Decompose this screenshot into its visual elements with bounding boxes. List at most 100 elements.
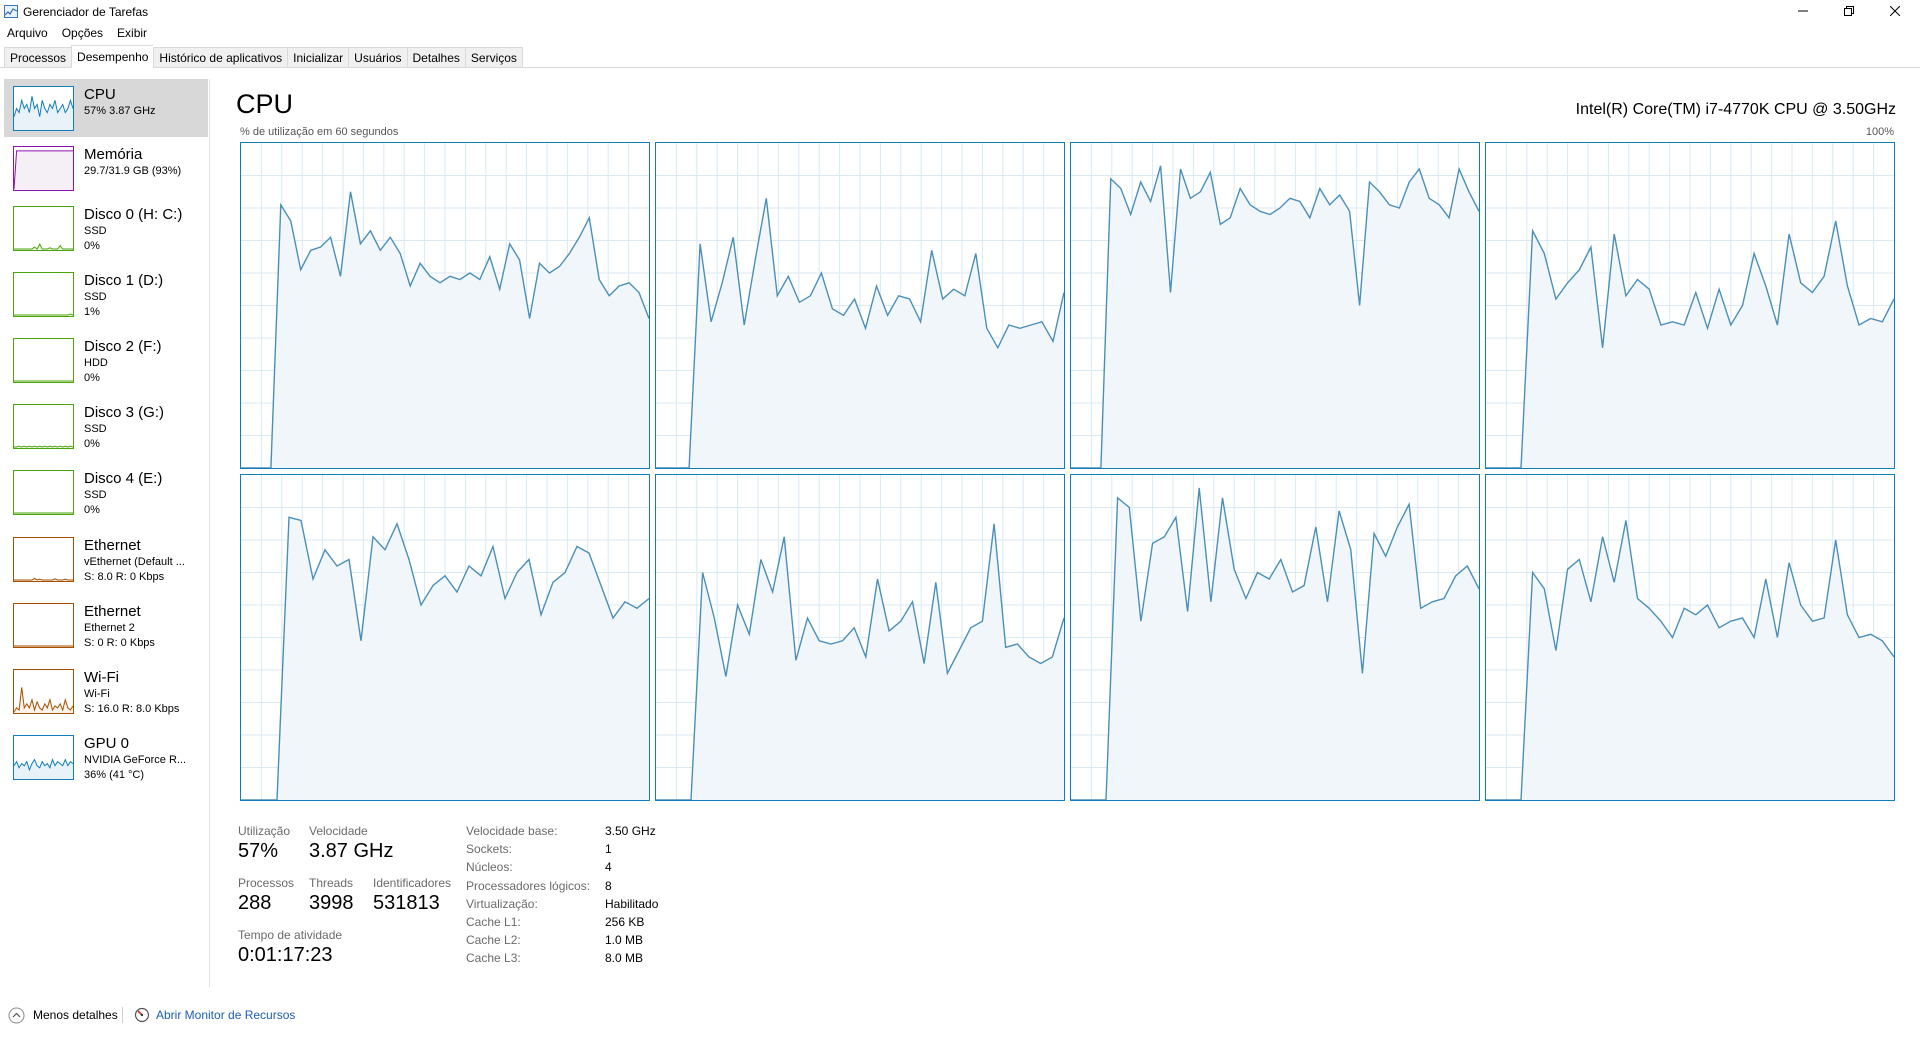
tab-usuarios[interactable]: Usuários	[348, 47, 407, 68]
core-graph-plot	[1486, 143, 1894, 468]
sidebar-item-name: GPU 0	[84, 735, 130, 752]
sidebar-item-3[interactable]: Disco 1 (D:) SSD 1%	[4, 265, 208, 323]
thumbnail-sparkline	[14, 313, 73, 316]
spec-label: Cache L3:	[466, 951, 521, 966]
sidebar-item-7[interactable]: Ethernet vEthernet (Default ... S: 8.0 R: …	[4, 530, 208, 588]
spec-label: Virtualização:	[466, 896, 538, 911]
sidebar-item-2[interactable]: Disco 0 (H: C:) SSD 0%	[4, 199, 208, 257]
thumbnail-sparkline	[14, 380, 73, 382]
graph-max-label: 100%	[1865, 126, 1894, 138]
uptime-value: 0:01:17:23	[238, 944, 333, 966]
tab-detalhes[interactable]: Detalhes	[406, 47, 465, 68]
thumbnail-sparkline	[14, 645, 73, 647]
sidebar-thumbnail-graph	[13, 86, 74, 131]
minimize-button[interactable]	[1780, 0, 1826, 22]
sidebar-item-name: Disco 2 (F:)	[84, 338, 162, 355]
thumbnail-area	[14, 150, 73, 190]
thumbnail-line	[14, 313, 73, 316]
core-graph-4	[240, 474, 650, 801]
title-bar[interactable]: Gerenciador de Tarefas	[0, 0, 1920, 24]
sidebar-item-8[interactable]: Ethernet Ethernet 2 S: 0 R: 0 Kbps	[4, 596, 208, 654]
utilization-value: 57%	[238, 840, 279, 862]
sidebar-item-detail-2: 0%	[84, 438, 100, 450]
sidebar-item-5[interactable]: Disco 3 (G:) SSD 0%	[4, 397, 208, 455]
spec-label: Cache L1:	[466, 915, 521, 929]
tab-bar: Processos Desempenho Histórico de aplicati…	[0, 45, 1920, 68]
sidebar-item-detail-2: S: 16.0 R: 8.0 Kbps	[84, 703, 180, 715]
core-graph-plot	[1071, 475, 1479, 800]
tab-desempenho[interactable]: Desempenho	[71, 45, 154, 68]
thumbnail-line	[14, 243, 73, 250]
resource-sidebar: CPU 57% 3.87 GHz Memória 29.7/31.9 GB (93%)…	[0, 79, 210, 988]
handles-value: 531813	[373, 892, 440, 914]
spec-label: Sockets:	[466, 842, 513, 857]
spec-label: Velocidade base:	[466, 824, 558, 838]
sidebar-item-detail-2: 36% (41 °C)	[84, 769, 145, 781]
sidebar-item-6[interactable]: Disco 4 (E:) SSD 0%	[4, 463, 208, 521]
processes-label: Processos	[238, 876, 295, 890]
sidebar-item-detail-2: 0%	[84, 504, 100, 516]
chevron-up-icon	[8, 1007, 25, 1023]
spec-value: 1.0 MB	[605, 933, 644, 948]
sidebar-item-name: Disco 1 (D:)	[84, 272, 164, 289]
sidebar-thumbnail-graph	[13, 338, 74, 383]
sidebar-item-0[interactable]: CPU 57% 3.87 GHz	[4, 79, 208, 137]
sidebar-item-4[interactable]: Disco 2 (F:) HDD 0%	[4, 331, 208, 389]
sidebar-item-name: Disco 4 (E:)	[84, 470, 163, 487]
sidebar-item-10[interactable]: GPU 0 NVIDIA GeForce R... 36% (41 °C)	[4, 728, 208, 786]
thumbnail-line	[14, 445, 73, 448]
sidebar-thumbnail-graph	[13, 669, 74, 714]
spec-value: 256 KB	[605, 915, 645, 929]
speed-label: Velocidade	[309, 824, 368, 838]
core-graph-3	[1485, 142, 1895, 469]
spec-value: 3.50 GHz	[605, 824, 656, 838]
handles-label: Identificadores	[373, 876, 452, 890]
sidebar-item-9[interactable]: Wi-Fi Wi-Fi S: 16.0 R: 8.0 Kbps	[4, 662, 208, 720]
window-title: Gerenciador de Tarefas	[23, 5, 149, 19]
threads-label: Threads	[309, 876, 354, 890]
sidebar-item-detail-2: S: 8.0 R: 0 Kbps	[84, 571, 165, 583]
thumbnail-sparkline	[14, 758, 73, 779]
sidebar-item-detail: vEthernet (Default ...	[84, 556, 185, 568]
sidebar-item-detail: Ethernet 2	[84, 622, 135, 634]
sidebar-item-detail-2: 0%	[84, 240, 100, 252]
thumbnail-sparkline	[14, 150, 73, 190]
graph-caption: % de utilização em 60 segundos	[240, 126, 399, 138]
spec-value: Habilitado	[605, 896, 659, 911]
sidebar-item-detail: SSD	[84, 489, 107, 501]
resource-monitor-link[interactable]: Abrir Monitor de Recursos	[134, 1004, 295, 1026]
footer-divider	[122, 1007, 123, 1023]
thumbnail-sparkline	[14, 687, 73, 713]
tab-inicializar[interactable]: Inicializar	[287, 47, 349, 68]
sidebar-item-detail: NVIDIA GeForce R...	[84, 754, 187, 766]
sidebar-item-detail: 57% 3.87 GHz	[84, 105, 156, 117]
spec-value: 8	[605, 878, 612, 893]
thumbnail-sparkline	[14, 96, 73, 130]
tab-processos[interactable]: Processos	[4, 47, 72, 68]
resource-monitor-icon	[134, 1007, 150, 1023]
sidebar-item-name: Wi-Fi	[84, 669, 119, 686]
restore-button[interactable]	[1826, 0, 1872, 22]
close-icon	[1890, 6, 1900, 16]
sidebar-thumbnail-graph	[13, 470, 74, 515]
spec-value: 4	[605, 860, 612, 875]
spec-label: Cache L2:	[466, 933, 521, 948]
sidebar-item-name: CPU	[84, 86, 116, 103]
menu-exibir[interactable]: Exibir	[110, 24, 154, 44]
menu-arquivo[interactable]: Arquivo	[0, 24, 55, 44]
cpu-model: Intel(R) Core(TM) i7-4770K CPU @ 3.50GHz	[1575, 101, 1896, 118]
menu-opcoes[interactable]: Opções	[55, 24, 110, 44]
threads-value: 3998	[309, 892, 354, 914]
core-graph-6	[1070, 474, 1480, 801]
sidebar-item-1[interactable]: Memória 29.7/31.9 GB (93%)	[4, 139, 208, 197]
tab-historico-de-aplicativos[interactable]: Histórico de aplicativos	[153, 47, 288, 68]
sidebar-item-detail-2: 0%	[84, 372, 100, 384]
less-details-button[interactable]: Menos detalhes	[8, 1004, 118, 1026]
sidebar-thumbnail-graph	[13, 537, 74, 582]
sidebar-item-detail: SSD	[84, 225, 107, 237]
close-button[interactable]	[1872, 0, 1918, 22]
thumbnail-sparkline	[14, 243, 73, 250]
core-graph-plot	[241, 143, 649, 468]
tab-servicos[interactable]: Serviços	[464, 47, 523, 68]
core-graph-5	[655, 474, 1065, 801]
